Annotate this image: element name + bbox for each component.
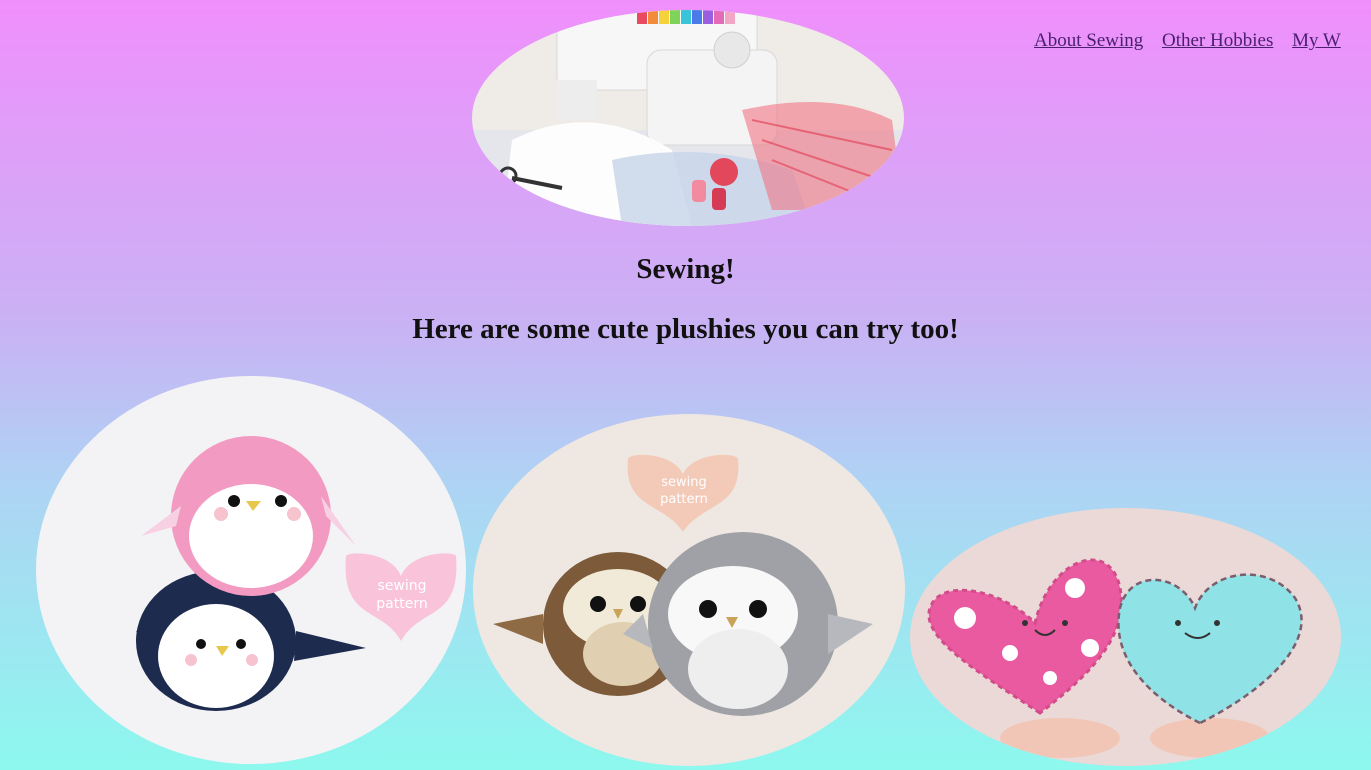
heart-plushies-image bbox=[910, 508, 1341, 766]
watermark-pattern-2: pattern bbox=[660, 492, 708, 507]
owl-plushies-image: sewing pattern bbox=[473, 414, 905, 766]
top-nav: About Sewing Other Hobbies My W bbox=[1034, 30, 1355, 52]
nav-link-about-sewing[interactable]: About Sewing bbox=[1034, 30, 1143, 51]
nav-link-my-w[interactable]: My W bbox=[1292, 30, 1341, 51]
nav-link-other-hobbies[interactable]: Other Hobbies bbox=[1162, 30, 1273, 51]
penguin-plushies-image: sewing pattern bbox=[36, 376, 466, 764]
sewing-machine-image bbox=[472, 10, 904, 226]
watermark-sewing-1: sewing bbox=[377, 578, 426, 594]
page-subtitle: Here are some cute plushies you can try … bbox=[412, 313, 959, 345]
watermark-pattern-1: pattern bbox=[376, 596, 427, 612]
watermark-sewing-2: sewing bbox=[661, 475, 707, 490]
page-title: Sewing! bbox=[636, 253, 735, 285]
